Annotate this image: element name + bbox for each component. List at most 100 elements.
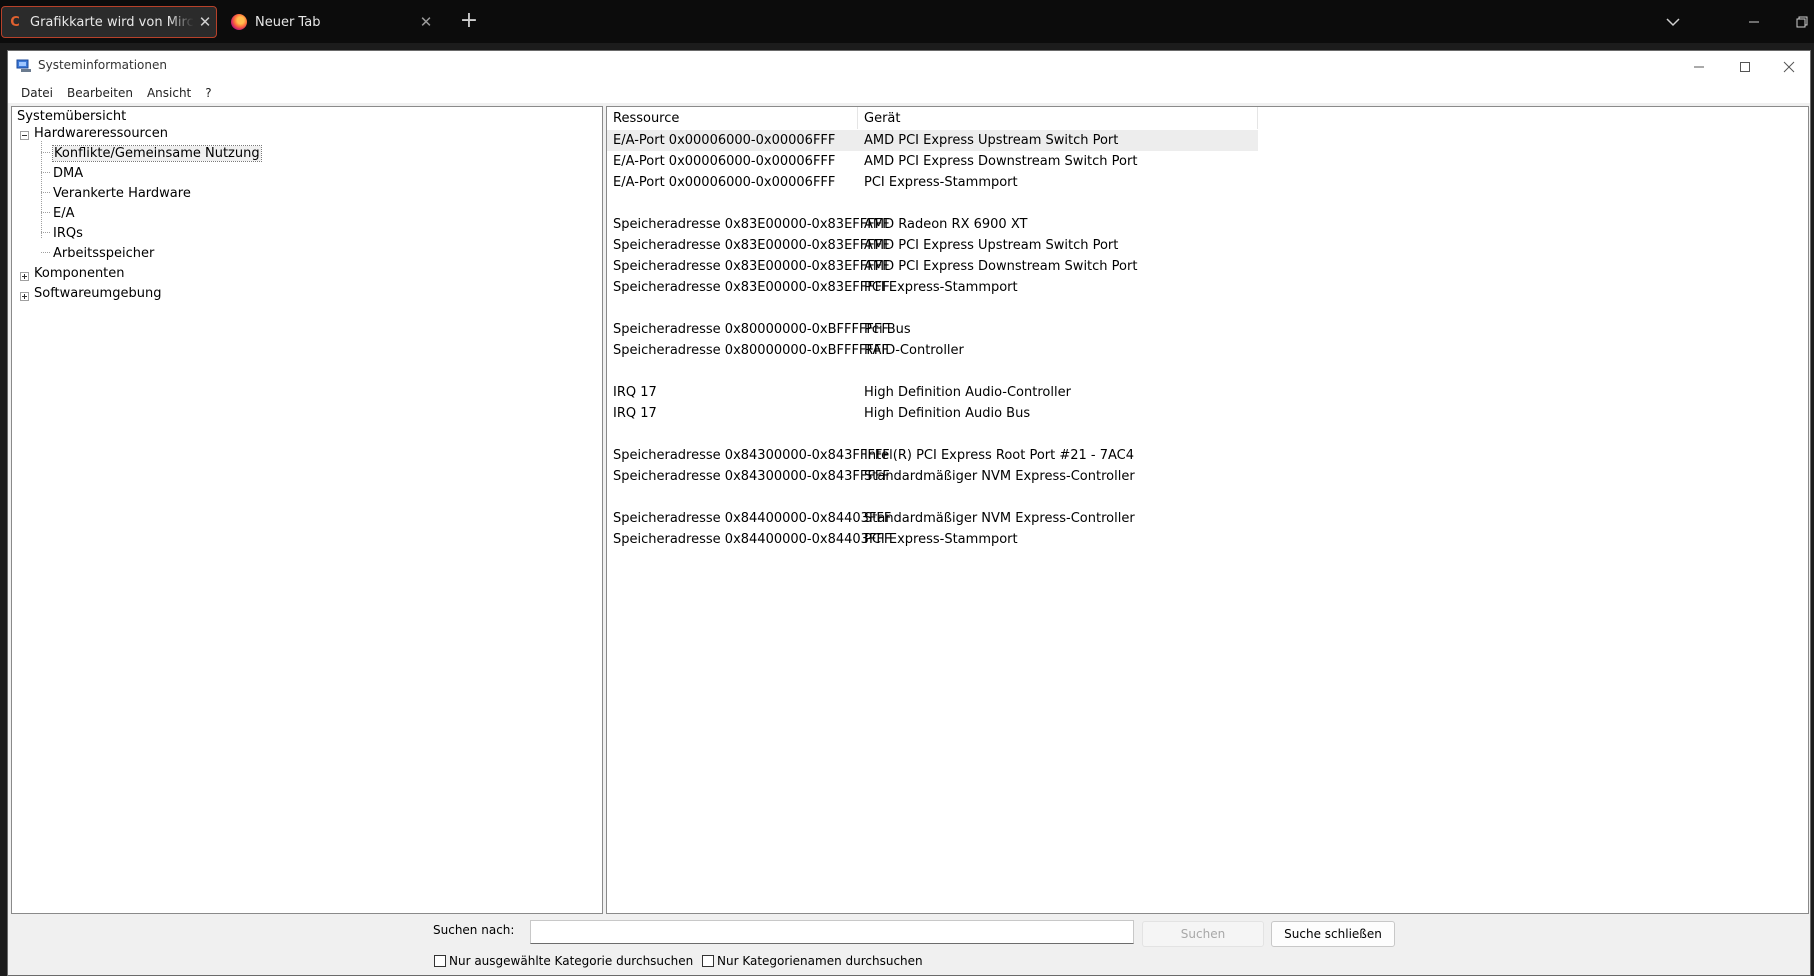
browser-tab-active[interactable]: C Grafikkarte wird von Mircosoft als ✕ — [1, 6, 217, 38]
chevron-down-icon[interactable] — [1659, 8, 1687, 36]
maximize-button[interactable] — [1722, 51, 1768, 82]
firefox-icon — [231, 14, 247, 30]
checkbox-label: Nur Kategorienamen durchsuchen — [717, 954, 923, 968]
tree-item-memory[interactable]: Arbeitsspeicher — [53, 246, 154, 261]
close-search-button[interactable]: Suche schließen — [1271, 921, 1395, 947]
cell-device: AMD PCI Express Downstream Switch Port — [864, 154, 1138, 169]
cell-device: High Definition Audio Bus — [864, 406, 1031, 421]
cell-resource: E/A-Port 0x00006000-0x00006FFF — [613, 175, 836, 190]
cell-resource: Speicheradresse 0x83E00000-0x83EFFFFF — [613, 238, 890, 253]
expand-icon[interactable] — [20, 292, 29, 301]
search-category-names-checkbox[interactable]: Nur Kategorienamen durchsuchen — [702, 954, 923, 968]
window-titlebar[interactable]: Systeminformationen — [8, 51, 1810, 82]
table-row[interactable]: Speicheradresse 0x84300000-0x843FFFFF Sta… — [607, 466, 1258, 487]
tab-close-icon[interactable]: ✕ — [194, 13, 216, 31]
tree-connector — [41, 152, 50, 153]
table-row[interactable]: IRQ 17 High Definition Audio Bus — [607, 403, 1258, 424]
tree-item-components[interactable]: Komponenten — [34, 266, 125, 281]
cell-resource: Speicheradresse 0x83E00000-0x83EFFFFF — [613, 259, 890, 274]
minimize-icon — [1694, 66, 1704, 67]
table-row[interactable]: E/A-Port 0x00006000-0x00006FFF AMD PCI Ex… — [607, 130, 1258, 151]
category-tree[interactable]: Systemübersicht Hardwareressourcen Konfl… — [11, 106, 603, 914]
table-row[interactable]: E/A-Port 0x00006000-0x00006FFF AMD PCI Ex… — [607, 151, 1258, 172]
tree-connector — [41, 232, 50, 233]
table-row[interactable]: Speicheradresse 0x83E00000-0x83EFFFFF AMD… — [607, 214, 1258, 235]
tree-item-irqs[interactable]: IRQs — [53, 226, 83, 241]
table-row[interactable] — [607, 361, 1258, 382]
table-row[interactable]: Speicheradresse 0x84400000-0x84403FFF PCI… — [607, 529, 1258, 550]
close-button[interactable] — [1766, 51, 1812, 82]
table-row[interactable]: E/A-Port 0x00006000-0x00006FFF PCI Expres… — [607, 172, 1258, 193]
checkbox-box[interactable] — [702, 955, 714, 967]
checkbox-box[interactable] — [434, 955, 446, 967]
resource-list[interactable]: Ressource Gerät E/A-Port 0x00006000-0x00… — [606, 106, 1809, 914]
menu-file[interactable]: Datei — [14, 86, 60, 100]
tree-item-conflicts[interactable]: Konflikte/Gemeinsame Nutzung — [52, 145, 262, 162]
cell-device: Standardmäßiger NVM Express-Controller — [864, 511, 1135, 526]
tree-connector — [41, 212, 50, 213]
site-favicon-icon: C — [10, 14, 20, 30]
table-row[interactable]: Speicheradresse 0x84400000-0x84403FFF Sta… — [607, 508, 1258, 529]
table-row[interactable]: Speicheradresse 0x83E00000-0x83EFFFFF AMD… — [607, 256, 1258, 277]
table-row[interactable] — [607, 298, 1258, 319]
checkbox-label: Nur ausgewählte Kategorie durchsuchen — [449, 954, 694, 968]
table-row[interactable]: Speicheradresse 0x83E00000-0x83EFFFFF PCI… — [607, 277, 1258, 298]
tree-connector — [41, 141, 42, 238]
search-button[interactable]: Suchen — [1142, 921, 1264, 947]
tab-close-icon[interactable]: ✕ — [415, 13, 437, 31]
cell-resource: Speicheradresse 0x84400000-0x84403FFF — [613, 511, 892, 526]
window-title: Systeminformationen — [38, 58, 167, 72]
table-row[interactable]: Speicheradresse 0x84300000-0x843FFFFF Int… — [607, 445, 1258, 466]
collapse-icon[interactable] — [20, 131, 29, 140]
cell-resource: Speicheradresse 0x84300000-0x843FFFFF — [613, 469, 890, 484]
search-input[interactable] — [530, 920, 1134, 944]
menu-edit[interactable]: Bearbeiten — [60, 86, 140, 100]
tree-item-dma[interactable]: DMA — [53, 166, 83, 181]
tree-connector — [41, 252, 50, 253]
tree-item-hardware-resources[interactable]: Hardwareressourcen — [34, 126, 168, 141]
browser-minimize-icon[interactable] — [1740, 8, 1768, 36]
cell-device: Standardmäßiger NVM Express-Controller — [864, 469, 1135, 484]
cell-resource: Speicheradresse 0x83E00000-0x83EFFFFF — [613, 280, 890, 295]
cell-device: AMD PCI Express Upstream Switch Port — [864, 133, 1119, 148]
new-tab-button[interactable]: + — [455, 8, 483, 36]
browser-tab-strip: C Grafikkarte wird von Mircosoft als ✕ N… — [0, 0, 1814, 43]
menu-bar: Datei Bearbeiten Ansicht ? — [8, 82, 1810, 103]
menu-view[interactable]: Ansicht — [140, 86, 198, 100]
tree-connector — [41, 192, 50, 193]
expand-icon[interactable] — [20, 272, 29, 281]
tree-item-software-environment[interactable]: Softwareumgebung — [34, 286, 161, 301]
cell-resource: E/A-Port 0x00006000-0x00006FFF — [613, 154, 836, 169]
cell-device: Pci Bus — [864, 322, 911, 337]
column-header-resource[interactable]: Ressource — [607, 107, 858, 129]
tree-item-system-summary[interactable]: Systemübersicht — [17, 109, 126, 124]
cell-device: AMD PCI Express Downstream Switch Port — [864, 259, 1138, 274]
browser-tab-new[interactable]: Neuer Tab ✕ — [227, 6, 437, 38]
table-row[interactable]: Speicheradresse 0x80000000-0xBFFFFFFF RAI… — [607, 340, 1258, 361]
cell-device: PCI Express-Stammport — [864, 175, 1018, 190]
table-row[interactable] — [607, 487, 1258, 508]
browser-restore-icon[interactable] — [1790, 8, 1814, 36]
table-row[interactable]: Speicheradresse 0x83E00000-0x83EFFFFF AMD… — [607, 235, 1258, 256]
cell-resource: Speicheradresse 0x84300000-0x843FFFFF — [613, 448, 890, 463]
search-label: Suchen nach: — [433, 923, 515, 937]
menu-help[interactable]: ? — [198, 86, 218, 100]
cell-device: RAID-Controller — [864, 343, 964, 358]
cell-resource: IRQ 17 — [613, 385, 657, 400]
table-row[interactable] — [607, 424, 1258, 445]
tree-item-io[interactable]: E/A — [53, 206, 75, 221]
tree-connector — [41, 172, 50, 173]
tree-item-forced-hardware[interactable]: Verankerte Hardware — [53, 186, 191, 201]
column-header-device[interactable]: Gerät — [858, 107, 1258, 129]
cell-device: PCI Express-Stammport — [864, 280, 1018, 295]
table-row[interactable]: IRQ 17 High Definition Audio-Controller — [607, 382, 1258, 403]
minimize-button[interactable] — [1676, 51, 1722, 82]
cell-device: High Definition Audio-Controller — [864, 385, 1071, 400]
cell-device: AMD Radeon RX 6900 XT — [864, 217, 1028, 232]
table-row[interactable] — [607, 193, 1258, 214]
system-information-window: Systeminformationen Datei Bearbeiten Ans… — [7, 50, 1811, 976]
table-row[interactable]: Speicheradresse 0x80000000-0xBFFFFFFF Pci… — [607, 319, 1258, 340]
search-selected-category-checkbox[interactable]: Nur ausgewählte Kategorie durchsuchen — [434, 954, 693, 968]
system-info-app-icon — [16, 59, 31, 72]
list-header: Ressource Gerät — [607, 107, 1258, 129]
